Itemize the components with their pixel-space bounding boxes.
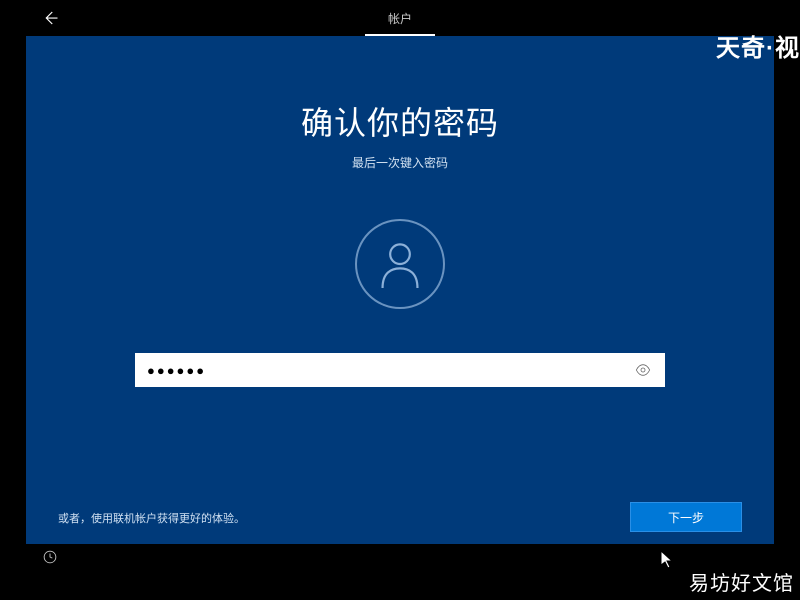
ease-of-access-icon [43,550,57,564]
top-bar: 帐户 [26,0,774,36]
next-button[interactable]: 下一步 [630,502,742,532]
person-icon [378,240,422,288]
watermark-bottom: 易坊好文馆 [689,567,794,596]
online-account-hint[interactable]: 或者，使用联机帐户获得更好的体验。 [58,510,245,526]
oobe-screen: 帐户 确认你的密码 最后一次键入密码 [26,0,774,570]
page-subtitle: 最后一次键入密码 [352,154,448,171]
back-button[interactable] [26,0,74,36]
watermark-top: 天奇·视 [716,28,800,63]
password-input[interactable] [135,353,665,387]
reveal-password-button[interactable] [629,353,657,387]
user-avatar [355,219,445,309]
password-field-wrap [135,353,665,387]
ease-of-access-button[interactable] [30,544,70,570]
back-arrow-icon [41,9,59,27]
mouse-cursor [660,550,674,570]
eye-icon [635,362,651,378]
page-title: 确认你的密码 [301,98,499,144]
page-wrapper: 帐户 确认你的密码 最后一次键入密码 [0,0,800,600]
tab-label: 帐户 [388,10,412,27]
tab-account[interactable]: 帐户 [368,0,432,36]
main-panel: 确认你的密码 最后一次键入密码 或者，使用联机帐户获得更好的体验。 [26,36,774,544]
next-button-label: 下一步 [668,509,704,526]
